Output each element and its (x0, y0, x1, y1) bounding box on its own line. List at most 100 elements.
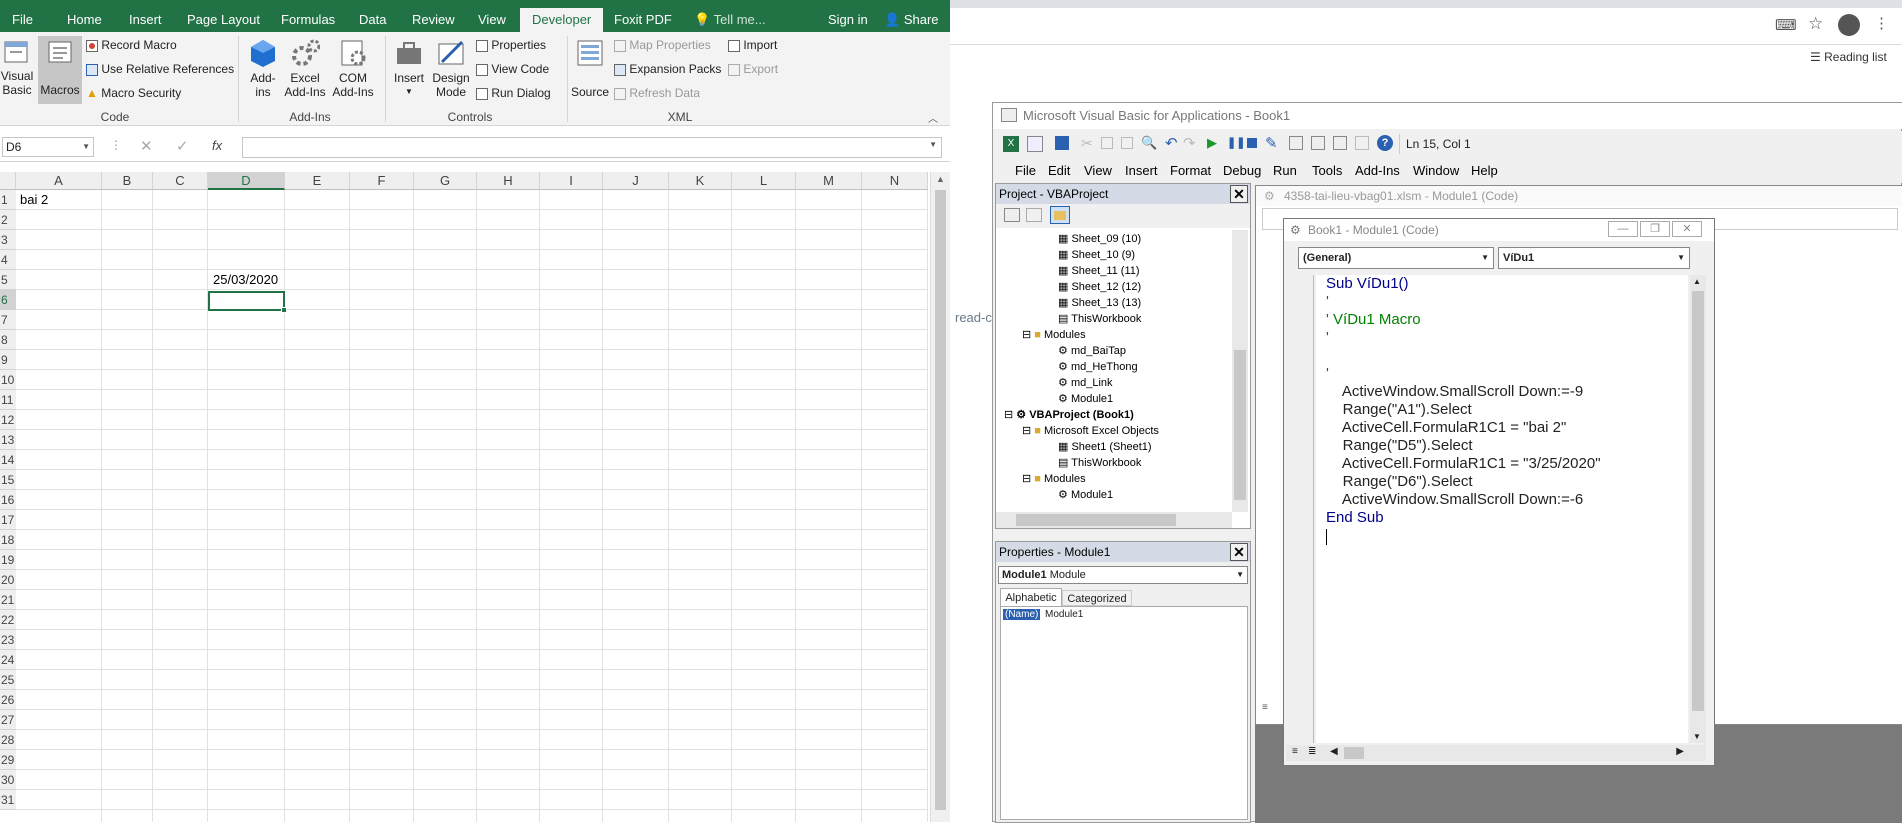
tree-item[interactable]: ⚙ md_Link (1058, 376, 1113, 389)
design-mode-icon[interactable]: ✎ (1265, 134, 1278, 152)
tab-page-layout[interactable]: Page Layout (187, 0, 260, 32)
column-header-m[interactable]: M (796, 172, 862, 190)
tree-item[interactable]: ▦ Sheet1 (Sheet1) (1058, 440, 1152, 453)
code-line[interactable]: ActiveWindow.SmallScroll Down:=-6 (1326, 491, 1583, 509)
copy-icon[interactable] (1101, 137, 1113, 149)
visual-basic-button[interactable]: Visual Basic (0, 38, 34, 97)
import-button[interactable]: Import (728, 38, 777, 52)
tree-item[interactable]: ▦ Sheet_13 (13) (1058, 296, 1141, 309)
code-line[interactable]: ' VíDu1 Macro (1326, 311, 1421, 329)
expansion-packs-button[interactable]: Expansion Packs (614, 62, 721, 76)
project-tree[interactable]: ▦ Sheet_09 (10) ▦ Sheet_10 (9) ▦ Sheet_1… (996, 230, 1232, 512)
row-header-4[interactable]: 4 (0, 250, 16, 270)
tab-insert[interactable]: Insert (129, 0, 162, 32)
project-vertical-scrollbar[interactable] (1232, 230, 1248, 512)
select-all-corner[interactable] (0, 172, 16, 190)
close-icon[interactable]: ✕ (1230, 185, 1248, 203)
row-header-12[interactable]: 12 (0, 410, 16, 430)
row-header-28[interactable]: 28 (0, 730, 16, 750)
procedure-combo[interactable]: VíDu1 ▼ (1498, 247, 1690, 269)
cell-d5[interactable]: 25/03/2020 (213, 272, 278, 287)
cancel-icon[interactable]: ✕ (140, 137, 153, 155)
project-horizontal-scrollbar[interactable] (996, 512, 1232, 528)
tree-item[interactable]: ⚙ md_BaiTap (1058, 344, 1126, 357)
row-header-8[interactable]: 8 (0, 330, 16, 350)
design-mode-button[interactable]: Design Mode (430, 38, 472, 99)
tree-item[interactable]: ▤ ThisWorkbook (1058, 312, 1141, 325)
column-header-a[interactable]: A (16, 172, 102, 190)
paste-icon[interactable] (1121, 137, 1133, 149)
reading-list-button[interactable]: ☰ Reading list (1810, 50, 1887, 64)
column-header-i[interactable]: I (540, 172, 603, 190)
view-object-icon[interactable] (1026, 208, 1042, 222)
menu-add-ins[interactable]: Add-Ins (1355, 163, 1400, 178)
code-line[interactable]: ' (1326, 329, 1329, 347)
row-header-14[interactable]: 14 (0, 450, 16, 470)
tree-folder[interactable]: ⊟ ■ Modules (1022, 472, 1086, 485)
more-menu-icon[interactable]: ⋮ (1874, 14, 1889, 32)
row-header-20[interactable]: 20 (0, 570, 16, 590)
profile-avatar[interactable] (1838, 14, 1860, 36)
code-line[interactable]: ActiveCell.FormulaR1C1 = "bai 2" (1326, 419, 1567, 437)
find-icon[interactable]: 🔍 (1141, 135, 1157, 151)
row-header-24[interactable]: 24 (0, 650, 16, 670)
row-header-17[interactable]: 17 (0, 510, 16, 530)
menu-file[interactable]: File (1015, 163, 1036, 178)
tab-categorized[interactable]: Categorized (1062, 590, 1132, 606)
tree-project[interactable]: ⊟ ⚙ VBAProject (Book1) (1004, 408, 1134, 421)
code-line[interactable]: Range("A1").Select (1326, 401, 1472, 419)
tab-data[interactable]: Data (359, 0, 386, 32)
tab-home[interactable]: Home (67, 0, 102, 32)
object-combo[interactable]: (General) ▼ (1298, 247, 1494, 269)
row-header-25[interactable]: 25 (0, 670, 16, 690)
star-icon[interactable]: ☆ (1808, 14, 1823, 34)
row-header-30[interactable]: 30 (0, 770, 16, 790)
properties-button[interactable]: Properties (476, 38, 546, 52)
tree-item[interactable]: ▦ Sheet_09 (10) (1058, 232, 1141, 245)
formula-input[interactable]: ▼ (242, 137, 942, 158)
row-header-22[interactable]: 22 (0, 610, 16, 630)
code-line[interactable]: Sub VíDu1() (1326, 275, 1409, 293)
close-icon[interactable]: ✕ (1672, 221, 1702, 237)
column-header-f[interactable]: F (350, 172, 414, 190)
export-button[interactable]: Export (728, 62, 778, 76)
column-header-h[interactable]: H (477, 172, 540, 190)
selected-cell-d6[interactable] (208, 291, 285, 311)
tree-item[interactable]: ▦ Sheet_11 (11) (1058, 264, 1140, 277)
project-explorer-icon[interactable] (1289, 136, 1303, 150)
reset-icon[interactable] (1247, 138, 1257, 148)
property-name-value[interactable]: Module1 (1045, 609, 1083, 620)
row-header-15[interactable]: 15 (0, 470, 16, 490)
insert-control-button[interactable]: Insert ▼ (390, 38, 428, 99)
record-macro-button[interactable]: Record Macro (86, 38, 177, 52)
enter-icon[interactable]: ✓ (176, 137, 189, 155)
code-editor[interactable]: Sub VíDu1() ' ' VíDu1 Macro ' ' ActiveWi… (1316, 275, 1688, 743)
code-line[interactable]: Range("D6").Select (1326, 473, 1473, 491)
code-line[interactable]: ' (1326, 365, 1329, 383)
run-dialog-button[interactable]: Run Dialog (476, 86, 551, 100)
collapse-ribbon-icon[interactable]: ︿ (928, 110, 938, 125)
macros-button[interactable]: Macros (38, 36, 82, 104)
menu-format[interactable]: Format (1170, 163, 1211, 178)
tree-item[interactable]: ⚙ Module1 (1058, 392, 1113, 405)
row-header-19[interactable]: 19 (0, 550, 16, 570)
row-header-1[interactable]: 1 (0, 190, 16, 210)
undo-icon[interactable]: ↶ (1165, 134, 1178, 152)
row-header-21[interactable]: 21 (0, 590, 16, 610)
column-header-e[interactable]: E (285, 172, 350, 190)
row-header-7[interactable]: 7 (0, 310, 16, 330)
row-header-2[interactable]: 2 (0, 210, 16, 230)
row-header-18[interactable]: 18 (0, 530, 16, 550)
tree-folder[interactable]: ⊟ ■ Microsoft Excel Objects (1022, 424, 1159, 437)
column-header-g[interactable]: G (414, 172, 477, 190)
run-icon[interactable]: ▶ (1207, 135, 1217, 151)
redo-icon[interactable]: ↷ (1183, 134, 1196, 152)
code-line[interactable]: ActiveCell.FormulaR1C1 = "3/25/2020" (1326, 455, 1601, 473)
tree-item[interactable]: ⚙ Module1 (1058, 488, 1113, 501)
name-box[interactable]: D6 ▼ (2, 137, 94, 157)
tree-item[interactable]: ▦ Sheet_12 (12) (1058, 280, 1141, 293)
tab-developer[interactable]: Developer (520, 8, 604, 32)
object-selector[interactable]: Module1 Module ▼ (998, 566, 1248, 584)
code-line[interactable]: End Sub (1326, 509, 1384, 527)
share-button[interactable]: 👤 Share (884, 0, 939, 32)
